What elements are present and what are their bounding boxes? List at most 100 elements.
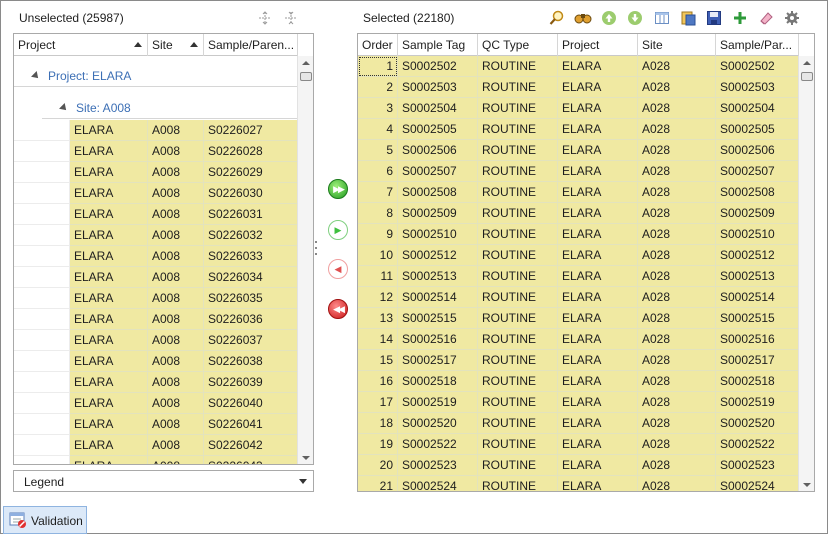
table-row[interactable]: ELARA A008 S0226033 [14,246,298,267]
group-site-row[interactable]: Site: A008 [42,88,298,119]
eraser-icon[interactable] [757,9,775,27]
table-row[interactable]: 1 S0002502 ROUTINE ELARA A028 S0002502 [358,56,799,77]
add-icon[interactable] [731,9,749,27]
binoculars-icon[interactable] [574,9,592,27]
table-row[interactable]: 14 S0002516 ROUTINE ELARA A028 S0002516 [358,329,799,350]
table-cell: S0226036 [204,309,298,330]
col-sample-header[interactable]: Sample/Paren... [204,34,298,56]
col-sample-label: Sample/Par... [720,38,793,52]
table-cell: ELARA [70,330,148,351]
col-site-header[interactable]: Site [638,34,716,56]
col-qc-type-header[interactable]: QC Type [478,34,558,56]
table-row[interactable]: 10 S0002512 ROUTINE ELARA A028 S0002512 [358,245,799,266]
col-order-header[interactable]: Order [358,34,398,56]
col-sample-header[interactable]: Sample/Par... [716,34,799,56]
table-row[interactable]: 17 S0002519 ROUTINE ELARA A028 S0002519 [358,392,799,413]
unselected-grid[interactable]: Project Site Sample/Paren... Project: EL… [13,33,314,465]
validation-tab[interactable]: Validation [3,506,87,534]
move-left-icon[interactable]: ◀ [328,259,348,279]
move-all-right-icon[interactable]: ▶▶ [328,179,348,199]
find-icon[interactable] [548,9,566,27]
table-row[interactable]: ELARA A008 S0226040 [14,393,298,414]
import-icon[interactable] [679,9,697,27]
selected-header: Order Sample Tag QC Type Project Site Sa… [358,34,799,56]
table-row[interactable]: 16 S0002518 ROUTINE ELARA A028 S0002518 [358,371,799,392]
table-row[interactable]: 21 S0002524 ROUTINE ELARA A028 S0002524 [358,476,799,491]
scroll-down-icon[interactable] [803,483,811,487]
table-row[interactable]: 8 S0002509 ROUTINE ELARA A028 S0002509 [358,203,799,224]
move-up-icon[interactable] [600,9,618,27]
table-row[interactable]: ELARA A008 S0226028 [14,141,298,162]
table-cell: ROUTINE [478,140,558,161]
scroll-up-icon[interactable] [302,61,310,65]
table-row[interactable]: ELARA A008 S0226038 [14,351,298,372]
selected-vscrollbar[interactable] [798,56,814,491]
collapse-all-icon[interactable] [282,9,300,27]
col-project-header[interactable]: Project [558,34,638,56]
row-indent-cell [14,393,70,414]
table-row[interactable]: ELARA A008 S0226027 [14,120,298,141]
col-site-label: Site [642,38,663,52]
table-row[interactable]: ELARA A008 S0226029 [14,162,298,183]
table-cell: S0002522 [398,434,478,455]
table-row[interactable]: ELARA A008 S0226039 [14,372,298,393]
table-cell: A008 [148,330,204,351]
table-row[interactable]: 12 S0002514 ROUTINE ELARA A028 S0002514 [358,287,799,308]
save-icon[interactable] [705,9,723,27]
settings-icon[interactable] [783,9,801,27]
selected-grid[interactable]: Order Sample Tag QC Type Project Site Sa… [357,33,815,492]
move-right-icon[interactable]: ▶ [328,220,348,240]
table-row[interactable]: ELARAA008S0226043 [14,456,298,464]
table-row[interactable]: ELARA A008 S0226037 [14,330,298,351]
table-row[interactable]: 19 S0002522 ROUTINE ELARA A028 S0002522 [358,434,799,455]
table-row[interactable]: 11 S0002513 ROUTINE ELARA A028 S0002513 [358,266,799,287]
table-cell: ELARA [558,203,638,224]
table-cell: A008 [148,246,204,267]
group-project-row[interactable]: Project: ELARA [14,56,298,87]
table-row[interactable]: ELARA A008 S0226042 [14,435,298,456]
legend-dropdown[interactable]: Legend [13,470,314,492]
table-row[interactable]: 7 S0002508 ROUTINE ELARA A028 S0002508 [358,182,799,203]
table-row[interactable]: 20 S0002523 ROUTINE ELARA A028 S0002523 [358,455,799,476]
col-project-header[interactable]: Project [14,34,148,56]
table-row[interactable]: 9 S0002510 ROUTINE ELARA A028 S0002510 [358,224,799,245]
table-row[interactable]: ELARA A008 S0226032 [14,225,298,246]
table-row[interactable]: 3 S0002504 ROUTINE ELARA A028 S0002504 [358,98,799,119]
scroll-thumb[interactable] [801,72,813,81]
table-cell: A008 [148,162,204,183]
columns-icon[interactable] [653,9,671,27]
table-row[interactable]: ELARA A008 S0226036 [14,309,298,330]
scroll-down-icon[interactable] [302,456,310,460]
table-row[interactable]: 2 S0002503 ROUTINE ELARA A028 S0002503 [358,77,799,98]
scroll-up-icon[interactable] [803,61,811,65]
scroll-thumb[interactable] [300,72,312,81]
table-row[interactable]: ELARA A008 S0226034 [14,267,298,288]
table-cell: ELARA [558,392,638,413]
expand-triangle-icon[interactable] [31,71,41,81]
table-cell: ELARA [558,371,638,392]
table-row[interactable]: ELARA A008 S0226041 [14,414,298,435]
expand-all-icon[interactable] [256,9,274,27]
table-cell: ROUTINE [478,56,558,77]
move-all-left-icon[interactable]: ◀◀ [328,299,348,319]
order-cell: 11 [358,266,398,287]
expand-triangle-icon[interactable] [59,103,69,113]
table-row[interactable]: ELARA A008 S0226030 [14,183,298,204]
table-row[interactable]: ELARA A008 S0226035 [14,288,298,309]
table-cell: S0226042 [204,435,298,456]
table-cell: S0002520 [716,413,799,434]
table-cell: S0002507 [716,161,799,182]
table-row[interactable]: 18 S0002520 ROUTINE ELARA A028 S0002520 [358,413,799,434]
table-row[interactable]: 15 S0002517 ROUTINE ELARA A028 S0002517 [358,350,799,371]
table-cell: ELARA [70,162,148,183]
table-row[interactable]: 13 S0002515 ROUTINE ELARA A028 S0002515 [358,308,799,329]
move-down-icon[interactable] [626,9,644,27]
row-indent-cell [14,372,70,393]
table-row[interactable]: ELARA A008 S0226031 [14,204,298,225]
table-row[interactable]: 5 S0002506 ROUTINE ELARA A028 S0002506 [358,140,799,161]
unselected-vscrollbar[interactable] [297,56,313,464]
col-sample-tag-header[interactable]: Sample Tag [398,34,478,56]
table-row[interactable]: 6 S0002507 ROUTINE ELARA A028 S0002507 [358,161,799,182]
panel-splitter[interactable] [314,241,317,255]
table-row[interactable]: 4 S0002505 ROUTINE ELARA A028 S0002505 [358,119,799,140]
